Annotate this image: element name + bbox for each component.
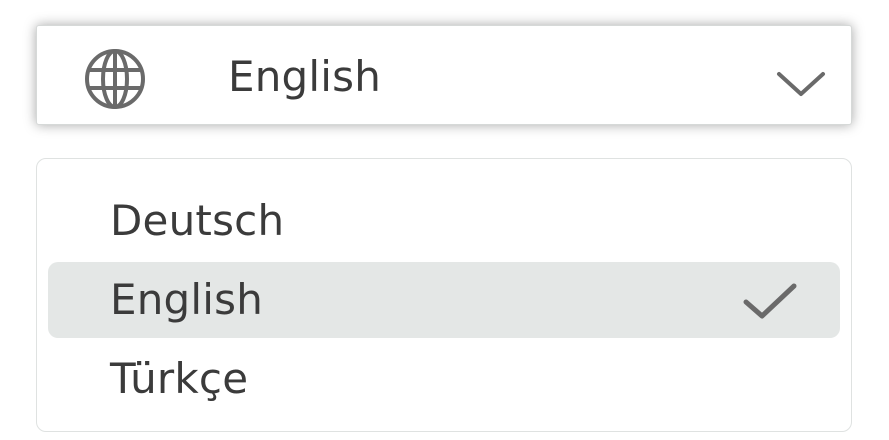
- language-select[interactable]: English: [36, 25, 852, 125]
- check-icon: [743, 283, 797, 319]
- language-option-label: English: [110, 275, 264, 324]
- language-option-label: Türkçe: [110, 354, 249, 403]
- globe-icon: [85, 49, 145, 109]
- chevron-down-icon[interactable]: [776, 71, 826, 97]
- language-option-english[interactable]: English: [48, 262, 840, 338]
- language-option-deutsch[interactable]: Deutsch: [48, 183, 840, 259]
- language-option-label: Deutsch: [110, 196, 285, 245]
- language-options-menu: Deutsch English Türkçe: [36, 158, 852, 432]
- selected-language-label: English: [228, 52, 382, 101]
- language-selector-page: English Deutsch English Türkçe: [0, 0, 889, 440]
- language-option-turkce[interactable]: Türkçe: [48, 341, 840, 417]
